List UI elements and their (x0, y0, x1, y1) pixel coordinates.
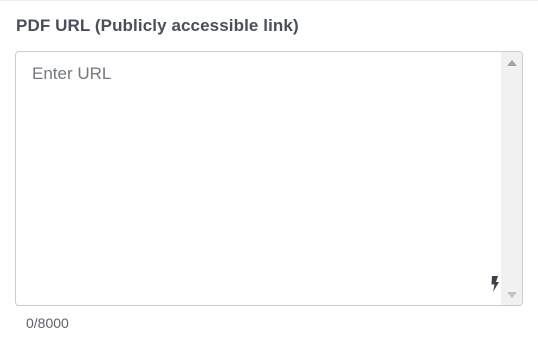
pdf-url-textarea[interactable] (16, 52, 501, 305)
top-divider (0, 0, 538, 1)
scroll-down-arrow-icon[interactable] (501, 286, 522, 303)
pdf-url-form: PDF URL (Publicly accessible link) 0/800… (0, 0, 538, 342)
character-counter: 0/8000 (26, 315, 69, 331)
pdf-url-label: PDF URL (Publicly accessible link) (16, 16, 299, 35)
lightning-bolt-icon[interactable] (490, 276, 500, 292)
scroll-up-arrow-icon[interactable] (501, 54, 522, 71)
pdf-url-textarea-container (15, 51, 523, 306)
textarea-scrollbar[interactable] (501, 52, 522, 305)
